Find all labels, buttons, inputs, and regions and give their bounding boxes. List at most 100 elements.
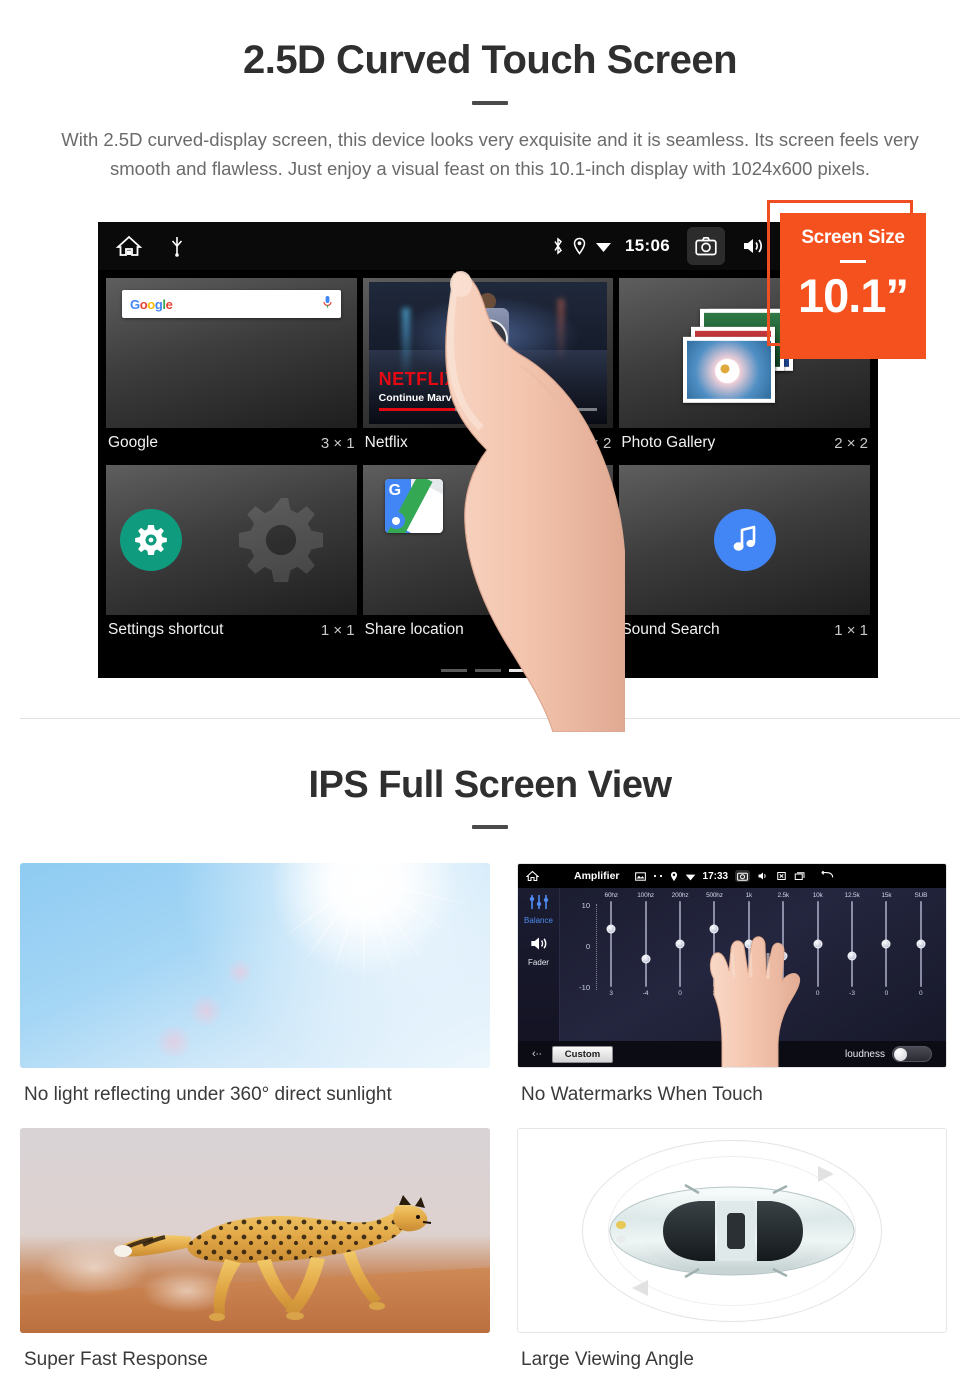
screenshot-icon[interactable]	[687, 227, 725, 265]
tile-caption: No light reflecting under 360° direct su…	[24, 1084, 392, 1105]
eq-band-knob[interactable]	[847, 951, 857, 961]
status-bar: 15:06	[98, 222, 878, 270]
sliders-icon[interactable]	[518, 894, 559, 915]
loudness-toggle[interactable]	[892, 1046, 932, 1062]
photo-frame-blossom	[682, 336, 775, 403]
eq-band-label: 60hz	[604, 892, 618, 899]
play-icon[interactable]	[467, 318, 508, 359]
android-head-unit-screen: 15:06 Google Google 3 × 1 NETFLIX Contin…	[98, 222, 878, 678]
widget-label: Share location	[364, 621, 464, 638]
eq-band-label: 15k	[881, 892, 892, 899]
eq-band-track[interactable]	[916, 901, 926, 987]
tile-caption: No Watermarks When Touch	[521, 1084, 763, 1105]
settings-gear-widget-thumb[interactable]	[106, 465, 357, 615]
scale-mid: 0	[585, 942, 590, 951]
badge-title: Screen Size	[801, 227, 905, 248]
eq-band-knob[interactable]	[641, 954, 651, 964]
recents-icon[interactable]	[794, 871, 806, 881]
eq-band-label: 12.5k	[844, 892, 860, 899]
google-maps-widget-thumb[interactable]: G	[362, 465, 614, 615]
car-top-view-illustration	[517, 1128, 947, 1333]
home-icon[interactable]	[116, 234, 142, 258]
gallery-icon[interactable]	[634, 871, 646, 881]
eq-band-knob[interactable]	[881, 939, 891, 949]
eq-band-label: 1k	[745, 892, 753, 899]
widget-item-settings-shortcut[interactable]: Settings shortcut 1 × 1	[106, 465, 357, 646]
amp-fader-label[interactable]: Fader	[518, 958, 559, 967]
microphone-icon[interactable]	[322, 295, 333, 314]
eq-band-knob[interactable]	[709, 924, 719, 934]
eq-band-label: SUB	[914, 892, 928, 899]
cheetah-figure	[113, 1195, 431, 1322]
music-note-icon[interactable]	[713, 509, 776, 571]
wifi-icon	[685, 872, 696, 881]
amp-balance-label[interactable]: Balance	[518, 916, 559, 925]
widget-label: Google	[108, 434, 158, 451]
eq-band-track[interactable]	[881, 901, 891, 987]
home-icon[interactable]	[526, 870, 539, 882]
eq-band-knob[interactable]	[675, 939, 685, 949]
google-search-widget-thumb[interactable]: Google	[106, 278, 357, 428]
badge-value: 10.1”	[798, 269, 909, 322]
eq-band-value: -3	[849, 990, 855, 997]
running-cheetah-photo	[20, 1128, 490, 1333]
eq-band-value: 0	[678, 990, 682, 997]
amp-status-bar: Amplifier 17:33	[518, 864, 946, 888]
widget-label: Netflix	[364, 434, 408, 451]
widget-size: 3 × 1	[320, 434, 355, 452]
eq-band-label: 2.5k	[777, 892, 789, 899]
eq-band-value: 0	[884, 990, 889, 997]
blue-sky-sunlight-photo	[20, 863, 490, 1068]
gear-icon[interactable]	[120, 509, 182, 571]
sound-search-widget-thumb[interactable]	[619, 465, 870, 615]
maps-icon[interactable]: G	[384, 479, 443, 533]
eq-band-track[interactable]	[847, 901, 857, 987]
speaker-icon[interactable]	[518, 935, 559, 957]
page-dot[interactable]	[475, 669, 501, 672]
widget-label: Settings shortcut	[108, 621, 224, 638]
eq-band-label: 500hz	[706, 892, 723, 899]
feature-tile-no-watermarks: Amplifier 17:33 Balance Fader 10 0 -10 6…	[517, 863, 947, 1128]
widget-size: 1 × 1	[320, 621, 355, 639]
widget-label: Sound Search	[621, 621, 720, 638]
netflix-progress-bar	[378, 408, 598, 411]
open-hand-illustration	[698, 933, 818, 1067]
amplifier-equalizer-screenshot: Amplifier 17:33 Balance Fader 10 0 -10 6…	[517, 863, 947, 1068]
gear-watermark-icon	[225, 484, 337, 596]
loudness-label: loudness	[844, 1048, 885, 1060]
amp-preset-button[interactable]: Custom	[551, 1045, 614, 1063]
ips-full-screen-view-section: IPS Full Screen View No light reflecting…	[0, 718, 980, 1393]
back-icon[interactable]	[819, 871, 834, 881]
eq-band-knob[interactable]	[606, 924, 616, 934]
feature-tile-viewing-angle: Large Viewing Angle	[517, 1128, 947, 1393]
eq-band-knob[interactable]	[916, 939, 926, 949]
more-dots-icon[interactable]	[653, 874, 663, 878]
eq-band-track[interactable]	[606, 901, 616, 987]
back-chevron-icon[interactable]: ‹∙∙	[532, 1048, 542, 1060]
close-icon[interactable]	[776, 871, 787, 881]
widget-item-netflix[interactable]: NETFLIX Continue Marvel's Daredevil Netf…	[362, 278, 614, 459]
eq-band-track[interactable]	[675, 901, 685, 987]
widget-size: 3 × 2	[577, 434, 612, 452]
page-dot[interactable]	[441, 669, 467, 672]
page-dot-active[interactable]	[509, 669, 535, 672]
title-underline	[472, 101, 508, 105]
google-search-bar[interactable]: Google	[122, 290, 341, 318]
page-title: 2.5D Curved Touch Screen	[242, 38, 738, 82]
screenshot-icon[interactable]	[735, 870, 751, 882]
bluetooth-icon	[552, 237, 564, 255]
widget-item-google[interactable]: Google Google 3 × 1	[106, 278, 357, 459]
feature-tile-fast-response: Super Fast Response	[20, 1128, 490, 1393]
widget-item-sound-search[interactable]: Sound Search 1 × 1	[619, 465, 870, 646]
widget-item-share-location[interactable]: G Share location 1 × 1	[362, 465, 614, 646]
red-light-glow	[558, 299, 565, 365]
page-indicator[interactable]	[441, 669, 535, 672]
eq-band-value: 3	[609, 990, 614, 997]
netflix-widget-thumb[interactable]: NETFLIX Continue Marvel's Daredevil	[362, 278, 614, 428]
widget-size: 1 × 1	[577, 621, 612, 639]
eq-band-track[interactable]	[641, 901, 651, 987]
amp-screen-title: Amplifier	[574, 870, 620, 882]
usb-icon[interactable]	[170, 235, 184, 257]
tile-caption: Super Fast Response	[24, 1349, 208, 1370]
volume-icon[interactable]	[757, 871, 769, 881]
